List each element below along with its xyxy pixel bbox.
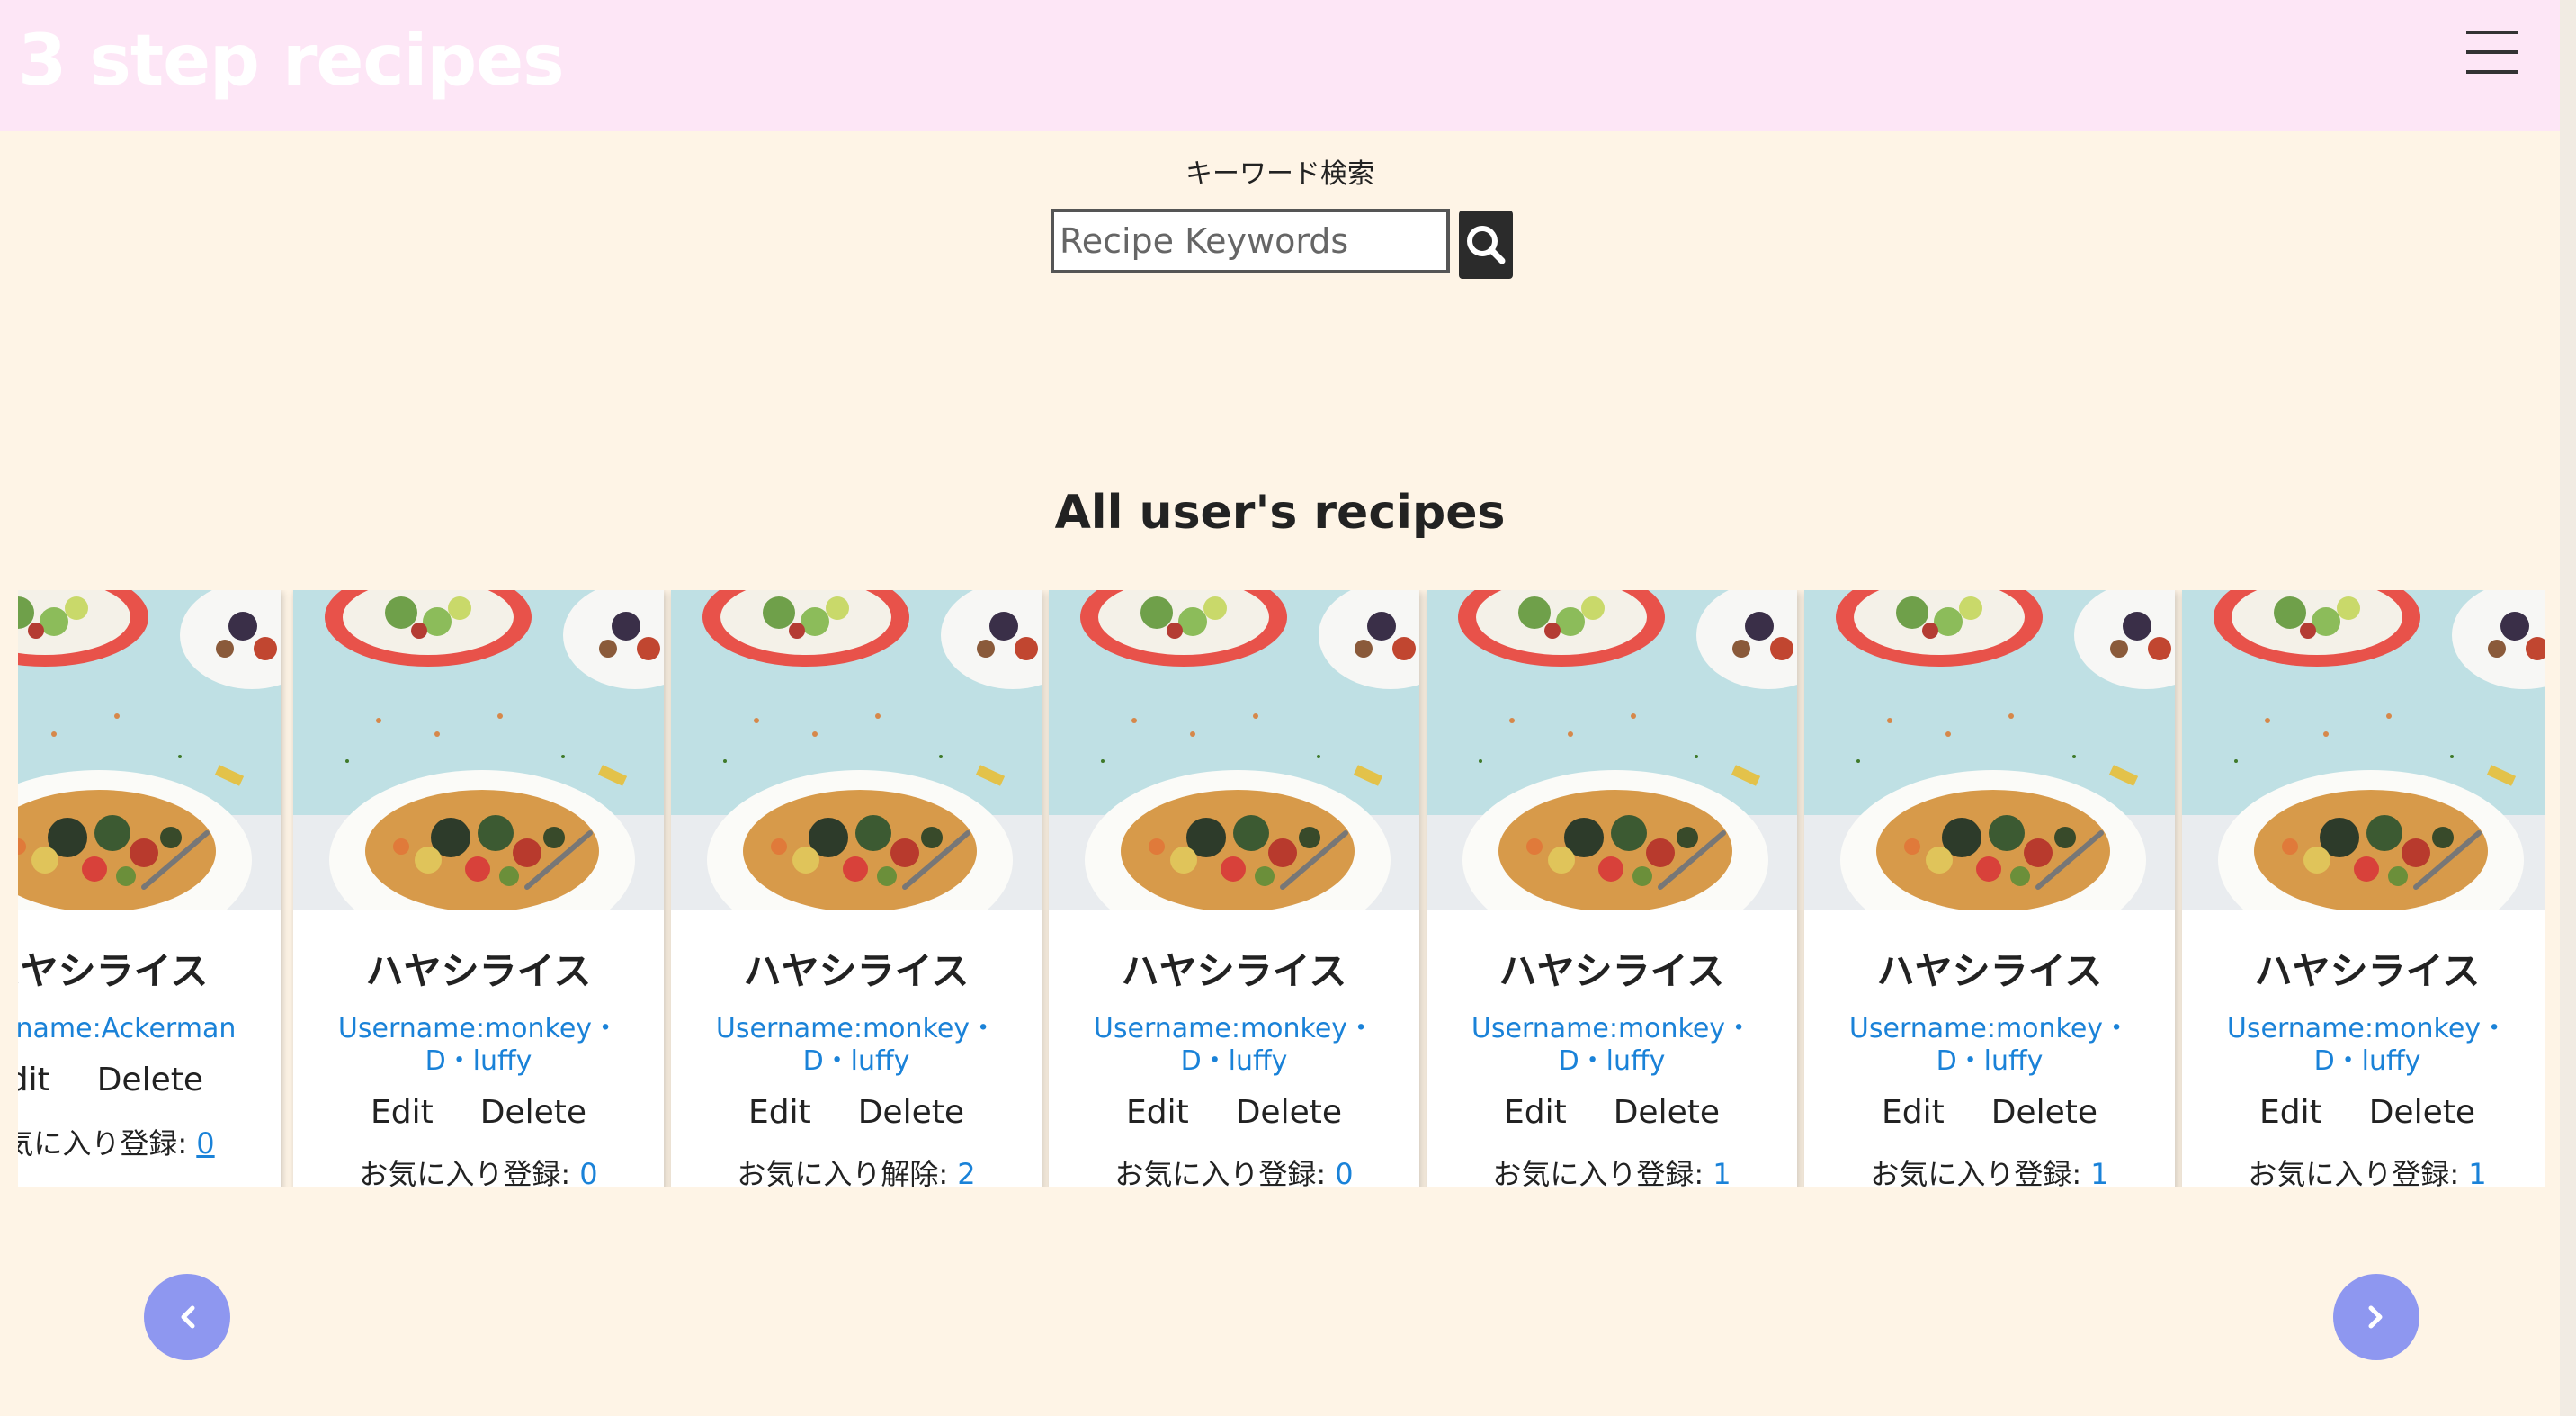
delete-link[interactable]: Delete [1614,1094,1720,1131]
edit-link[interactable]: Edit [1126,1094,1189,1131]
favorite-label[interactable]: お気に入り登録: [2248,1157,2459,1187]
search-icon [1467,226,1506,264]
edit-link[interactable]: Edit [371,1094,434,1131]
recipe-title: ハヤシライス [365,949,592,993]
recipe-card[interactable]: ハヤシライス Username:Ackerman Edit Delete お気に入… [18,590,281,1187]
recipe-card[interactable]: ハヤシライス Username:monkey・D・luffy Edit Delet… [293,590,664,1187]
recipe-title: ハヤシライス [2254,949,2481,993]
recipe-title: ハヤシライス [1876,949,2103,993]
card-actions: Edit Delete [2182,1094,2545,1131]
recipe-card[interactable]: ハヤシライス Username:monkey・D・luffy Edit Delet… [1049,590,1419,1187]
favorite-label[interactable]: お気に入り解除: [737,1157,948,1187]
section-title: All user's recipes [1054,486,1506,540]
recipe-image[interactable] [2182,590,2545,910]
recipe-card[interactable]: ハヤシライス Username:monkey・D・luffy Edit Delet… [671,590,1042,1187]
recipe-username[interactable]: Username:monkey・D・luffy [1831,1013,2148,1078]
brand-title[interactable]: 3 step recipes [18,16,565,106]
favorite-status: お気に入り登録: 1 [2182,1152,2545,1187]
recipe-username[interactable]: Username:monkey・D・luffy [320,1013,637,1078]
recipe-title: ハヤシライス [743,949,970,993]
favorite-count[interactable]: 2 [957,1157,975,1187]
recipe-username[interactable]: Username:Ackerman [18,1013,254,1045]
recipe-image[interactable] [1804,590,2175,910]
delete-link[interactable]: Delete [1236,1094,1342,1131]
delete-link[interactable]: Delete [2369,1094,2475,1131]
recipe-carousel: ハヤシライス Username:Ackerman Edit Delete お気に入… [18,590,2545,1187]
favorite-status: お気に入り登録: 1 [1427,1152,1797,1187]
delete-link[interactable]: Delete [858,1094,964,1131]
card-actions: Edit Delete [1049,1094,1419,1131]
delete-link[interactable]: Delete [1991,1094,2097,1131]
card-actions: Edit Delete [1804,1094,2175,1131]
hamburger-line [2466,31,2518,34]
chevron-left-icon [181,1305,195,1329]
favorite-status: お気に入り登録: 0 [18,1121,281,1162]
delete-link[interactable]: Delete [97,1062,203,1098]
favorite-count[interactable]: 0 [579,1157,597,1187]
favorite-label[interactable]: お気に入り登録: [18,1126,187,1161]
favorite-label[interactable]: お気に入り登録: [1114,1157,1326,1187]
edit-link[interactable]: Edit [1882,1094,1945,1131]
favorite-label[interactable]: お気に入り登録: [1492,1157,1704,1187]
carousel-prev-button[interactable] [144,1274,230,1360]
hamburger-line [2466,50,2518,54]
edit-link[interactable]: Edit [1504,1094,1567,1131]
favorite-count[interactable]: 0 [196,1126,214,1161]
recipe-username[interactable]: Username:monkey・D・luffy [1453,1013,1770,1078]
header: 3 step recipes [0,0,2576,131]
edit-link[interactable]: Edit [18,1062,50,1098]
search-button[interactable] [1459,211,1513,279]
hamburger-menu-icon[interactable] [2466,27,2518,76]
recipe-image[interactable] [18,590,281,910]
favorite-count[interactable]: 1 [2468,1157,2486,1187]
favorite-label[interactable]: お気に入り登録: [359,1157,570,1187]
recipe-image[interactable] [293,590,664,910]
recipe-image[interactable] [1427,590,1797,910]
recipe-username[interactable]: Username:monkey・D・luffy [698,1013,1015,1078]
recipe-image[interactable] [671,590,1042,910]
favorite-count[interactable]: 1 [1713,1157,1731,1187]
recipe-title: ハヤシライス [18,949,209,993]
favorite-status: お気に入り解除: 2 [671,1152,1042,1187]
recipe-card[interactable]: ハヤシライス Username:monkey・D・luffy Edit Delet… [2182,590,2545,1187]
favorite-label[interactable]: お気に入り登録: [1870,1157,2081,1187]
edit-link[interactable]: Edit [2259,1094,2322,1131]
card-actions: Edit Delete [1427,1094,1797,1131]
scrollbar[interactable] [2560,0,2576,1416]
recipe-title: ハヤシライス [1498,949,1725,993]
recipe-title: ハヤシライス [1121,949,1347,993]
card-actions: Edit Delete [18,1062,281,1098]
edit-link[interactable]: Edit [748,1094,811,1131]
favorite-count[interactable]: 1 [2090,1157,2108,1187]
hamburger-line [2466,70,2518,74]
recipe-card[interactable]: ハヤシライス Username:monkey・D・luffy Edit Delet… [1427,590,1797,1187]
chevron-right-icon [2368,1305,2383,1329]
search-input[interactable] [1051,209,1450,273]
favorite-count[interactable]: 0 [1335,1157,1353,1187]
recipe-image[interactable] [1049,590,1419,910]
recipe-username[interactable]: Username:monkey・D・luffy [2209,1013,2526,1078]
recipe-card[interactable]: ハヤシライス Username:monkey・D・luffy Edit Delet… [1804,590,2175,1187]
card-actions: Edit Delete [293,1094,664,1131]
card-actions: Edit Delete [671,1094,1042,1131]
favorite-status: お気に入り登録: 1 [1804,1152,2175,1187]
search-label: キーワード検索 [1185,158,1374,190]
favorite-status: お気に入り登録: 0 [1049,1152,1419,1187]
recipe-username[interactable]: Username:monkey・D・luffy [1076,1013,1392,1078]
favorite-status: お気に入り登録: 0 [293,1152,664,1187]
carousel-next-button[interactable] [2333,1274,2419,1360]
delete-link[interactable]: Delete [480,1094,586,1131]
